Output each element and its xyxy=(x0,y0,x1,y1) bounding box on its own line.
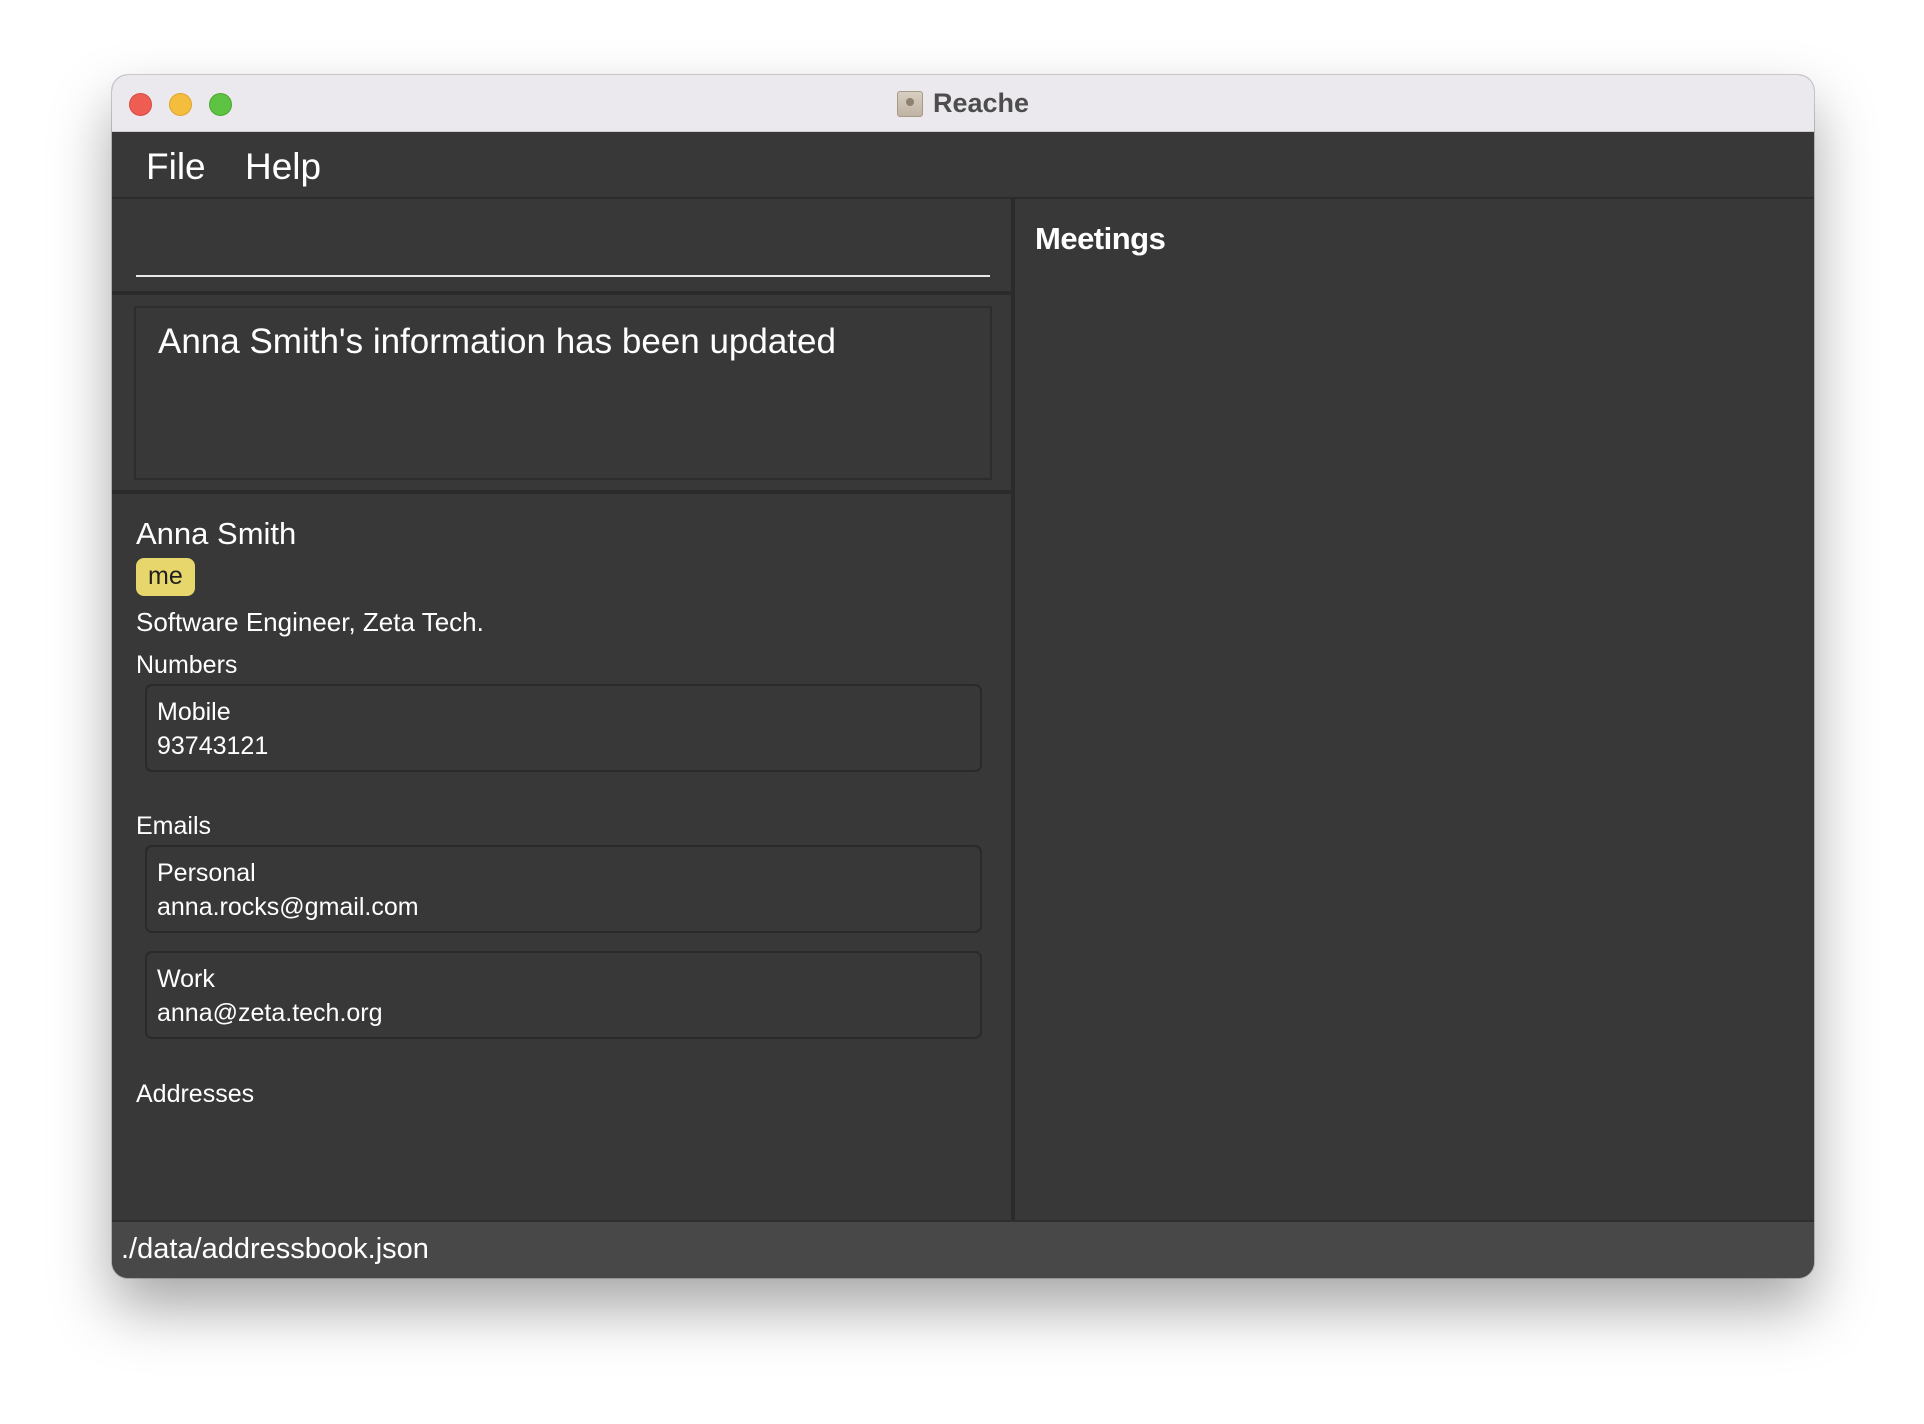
meetings-pane: Meetings xyxy=(1015,199,1814,1220)
title-bar: Reache xyxy=(112,75,1814,132)
person-title: Software Engineer, Zeta Tech. xyxy=(136,607,484,637)
number-card: Mobile 93743121 xyxy=(145,684,982,772)
email-label: Personal xyxy=(157,859,256,887)
tag-badge: me xyxy=(136,558,195,596)
person-detail-panel: Anna Smith me Software Engineer, Zeta Te… xyxy=(112,494,1011,1220)
window-title: Reache xyxy=(932,88,1030,118)
emails-section-label: Emails xyxy=(136,812,212,840)
left-pane: Anna Smith's information has been update… xyxy=(112,199,1011,1220)
email-card: Personal anna.rocks@gmail.com xyxy=(145,845,982,933)
email-value: anna@zeta.tech.org xyxy=(157,999,383,1027)
app-icon xyxy=(896,90,923,117)
divider xyxy=(112,291,1011,295)
result-message: Anna Smith's information has been update… xyxy=(158,322,836,361)
data-file-path: ./data/addressbook.json xyxy=(121,1233,429,1265)
numbers-section-label: Numbers xyxy=(136,651,238,679)
menu-help[interactable]: Help xyxy=(245,146,321,188)
app-window: Reache File Help Anna Smith's informatio… xyxy=(112,75,1814,1278)
window-title-group: Reache xyxy=(112,75,1814,132)
number-value: 93743121 xyxy=(157,732,269,760)
command-box xyxy=(112,199,1011,291)
email-value: anna.rocks@gmail.com xyxy=(157,893,419,921)
status-bar: ./data/addressbook.json xyxy=(112,1220,1814,1278)
meetings-title: Meetings xyxy=(1035,221,1166,256)
command-input[interactable] xyxy=(136,209,990,277)
email-label: Work xyxy=(157,965,215,993)
email-card: Work anna@zeta.tech.org xyxy=(145,951,982,1039)
number-label: Mobile xyxy=(157,698,231,726)
menu-bar: File Help xyxy=(112,132,1814,199)
result-display[interactable]: Anna Smith's information has been update… xyxy=(134,306,992,480)
addresses-section-label: Addresses xyxy=(136,1080,255,1108)
menu-file[interactable]: File xyxy=(146,146,206,188)
person-name: Anna Smith xyxy=(136,516,297,551)
